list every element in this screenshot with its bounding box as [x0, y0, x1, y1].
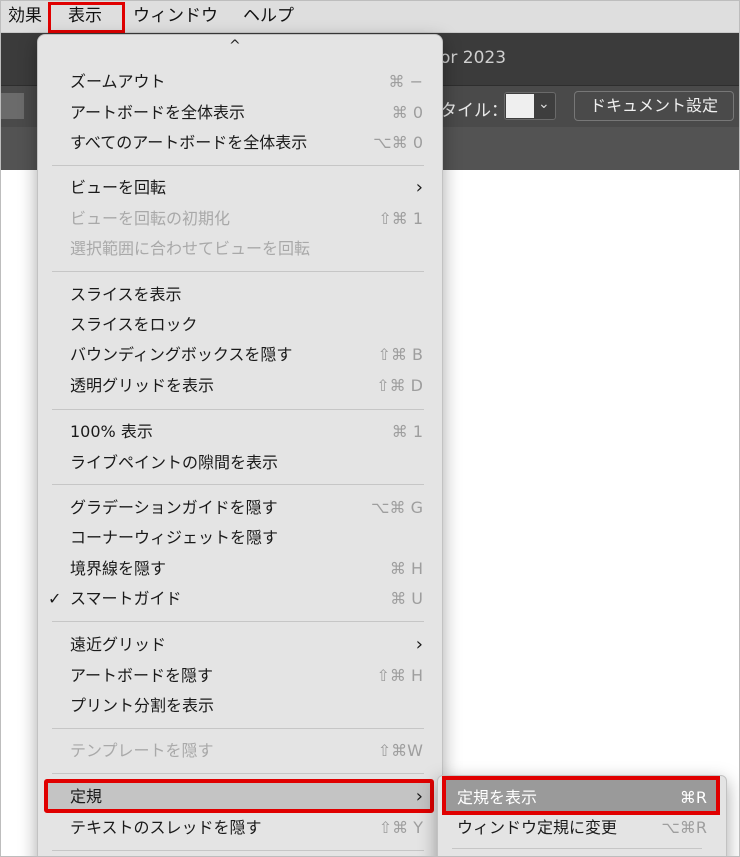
- style-swatch-dropdown[interactable]: ⌄: [504, 92, 556, 120]
- menu-item-smart-guides[interactable]: ✓ スマートガイド ⌘ U: [48, 586, 425, 612]
- menu-item-show-live-paint-gaps[interactable]: ライブペイントの隙間を表示: [70, 450, 425, 476]
- menu-item-label: すべてのアートボードを全体表示: [70, 133, 308, 152]
- chevron-right-icon: ›: [415, 634, 423, 655]
- screenshot-frame: or 2023 タイル： ⌄ ドキュメント設定 効果 表示 ウィンドウ ヘルプ …: [0, 0, 740, 857]
- menu-item-perspective-grid[interactable]: 遠近グリッド ›: [70, 632, 425, 658]
- menu-item-shortcut: ⇧⌘W: [377, 741, 423, 760]
- menu-item-shortcut: ⌥⌘ G: [371, 498, 423, 517]
- menu-item-label: 定規: [70, 787, 103, 806]
- menu-item-label: スライスを表示: [70, 285, 182, 304]
- menu-item-shortcut: ⌘ U: [390, 589, 423, 608]
- menu-item-shortcut: ⇧⌘ D: [376, 376, 423, 395]
- scroll-up-indicator[interactable]: ^: [229, 38, 241, 54]
- menubar-item-window[interactable]: ウィンドウ: [133, 0, 218, 32]
- menu-item-label: ズームアウト: [70, 72, 166, 91]
- menu-item-shortcut: ⇧⌘ B: [377, 345, 423, 364]
- menubar-item-effect[interactable]: 効果: [8, 0, 42, 32]
- menu-item-shortcut: ⌘ −: [388, 72, 424, 91]
- menu-item-zoom-out[interactable]: ズームアウト ⌘ −: [70, 69, 425, 95]
- menu-item-show-print-tiling[interactable]: プリント分割を表示: [70, 693, 425, 719]
- menu-item-shortcut: ⇧⌘ 1: [378, 209, 423, 228]
- menu-item-label: ライブペイントの隙間を表示: [70, 453, 279, 472]
- style-swatch-fill: [506, 94, 534, 118]
- menu-item-label: コーナーウィジェットを隠す: [70, 528, 279, 547]
- menu-item-label: グラデーションガイドを隠す: [70, 498, 278, 517]
- menu-separator: [52, 409, 424, 410]
- menu-item-label: テンプレートを隠す: [70, 741, 214, 760]
- menu-item-rotate-view[interactable]: ビューを回転 ›: [70, 175, 425, 201]
- view-menu: [37, 34, 443, 857]
- document-settings-button[interactable]: ドキュメント設定: [574, 91, 734, 121]
- menu-item-label: アートボードを隠す: [70, 666, 214, 685]
- menu-item-fit-artboard[interactable]: アートボードを全体表示 ⌘ 0: [70, 100, 425, 126]
- menu-item-label: プリント分割を表示: [70, 696, 215, 715]
- menu-separator: [52, 773, 424, 774]
- menu-separator: [52, 271, 424, 272]
- menu-item-label: 境界線を隠す: [70, 559, 167, 578]
- menu-item-shortcut: ⌘ 0: [391, 103, 423, 122]
- menu-item-label: 100% 表示: [70, 422, 153, 441]
- menu-item-show-transparency-grid[interactable]: 透明グリッドを表示 ⇧⌘ D: [70, 373, 425, 399]
- menubar-item-help[interactable]: ヘルプ: [243, 0, 294, 32]
- submenu-separator: [452, 848, 702, 849]
- menu-item-label: スライスをロック: [70, 315, 198, 334]
- app-title: or 2023: [440, 48, 507, 68]
- menu-item-label: バウンディングボックスを隠す: [70, 345, 293, 364]
- menu-item-label: テキストのスレッドを隠す: [70, 818, 262, 837]
- menu-item-show-slices[interactable]: スライスを表示: [70, 282, 425, 308]
- menu-item-rotate-view-to-selection: 選択範囲に合わせてビューを回転: [70, 236, 425, 262]
- menu-item-rulers[interactable]: 定規 ›: [70, 784, 425, 810]
- menu-item-label: 選択範囲に合わせてビューを回転: [70, 239, 311, 258]
- menu-separator: [52, 850, 424, 851]
- menu-item-fit-all-artboards[interactable]: すべてのアートボードを全体表示 ⌥⌘ 0: [70, 130, 425, 156]
- submenu-item-label: 定規を表示: [457, 788, 538, 807]
- menu-item-shortcut: ⇧⌘ Y: [378, 818, 423, 837]
- submenu-item-change-to-window-rulers[interactable]: ウィンドウ定規に変更 ⌥⌘R: [457, 815, 707, 841]
- menu-item-shortcut: ⌥⌘ 0: [373, 133, 423, 152]
- menu-item-reset-rotate-view: ビューを回転の初期化 ⇧⌘ 1: [70, 206, 425, 232]
- menu-item-shortcut: ⌘ 1: [391, 422, 423, 441]
- menu-item-hide-template: テンプレートを隠す ⇧⌘W: [70, 738, 425, 764]
- menu-item-actual-size[interactable]: 100% 表示 ⌘ 1: [70, 419, 425, 445]
- menu-item-shortcut: ⌘ H: [389, 559, 423, 578]
- submenu-item-label: ウィンドウ定規に変更: [457, 818, 618, 837]
- menubar-view-highlight: [48, 2, 125, 33]
- style-label: タイル：: [440, 101, 508, 121]
- menu-separator: [52, 484, 424, 485]
- menu-item-label: 透明グリッドを表示: [70, 376, 215, 395]
- menu-item-label: スマートガイド: [70, 589, 182, 608]
- menu-item-label: ビューを回転の初期化: [70, 209, 231, 228]
- menu-item-shortcut: ⇧⌘ H: [376, 666, 423, 685]
- menu-item-hide-text-threads[interactable]: テキストのスレッドを隠す ⇧⌘ Y: [70, 815, 425, 841]
- menu-item-hide-artboards[interactable]: アートボードを隠す ⇧⌘ H: [70, 663, 425, 689]
- menu-separator: [52, 621, 424, 622]
- menu-item-label: アートボードを全体表示: [70, 103, 246, 122]
- chevron-down-icon: ⌄: [538, 96, 550, 112]
- submenu-item-show-rulers[interactable]: 定規を表示 ⌘R: [457, 785, 707, 811]
- menu-separator: [52, 728, 424, 729]
- control-bar-swatch-left[interactable]: [0, 93, 24, 119]
- submenu-item-shortcut: ⌥⌘R: [661, 818, 707, 837]
- menu-separator: [52, 165, 424, 166]
- menu-item-hide-corner-widget[interactable]: コーナーウィジェットを隠す: [70, 525, 425, 551]
- menu-item-hide-bounding-box[interactable]: バウンディングボックスを隠す ⇧⌘ B: [70, 342, 425, 368]
- menu-item-label: ビューを回転: [70, 178, 167, 197]
- submenu-item-shortcut: ⌘R: [679, 788, 707, 807]
- chevron-right-icon: ›: [415, 786, 423, 807]
- menu-item-label: 遠近グリッド: [70, 635, 167, 654]
- chevron-right-icon: ›: [415, 177, 423, 198]
- checkmark-icon: ✓: [48, 589, 62, 608]
- menu-item-lock-slices[interactable]: スライスをロック: [70, 312, 425, 338]
- menu-item-hide-gradient-annotator[interactable]: グラデーションガイドを隠す ⌥⌘ G: [70, 495, 425, 521]
- menu-item-hide-edges[interactable]: 境界線を隠す ⌘ H: [70, 556, 425, 582]
